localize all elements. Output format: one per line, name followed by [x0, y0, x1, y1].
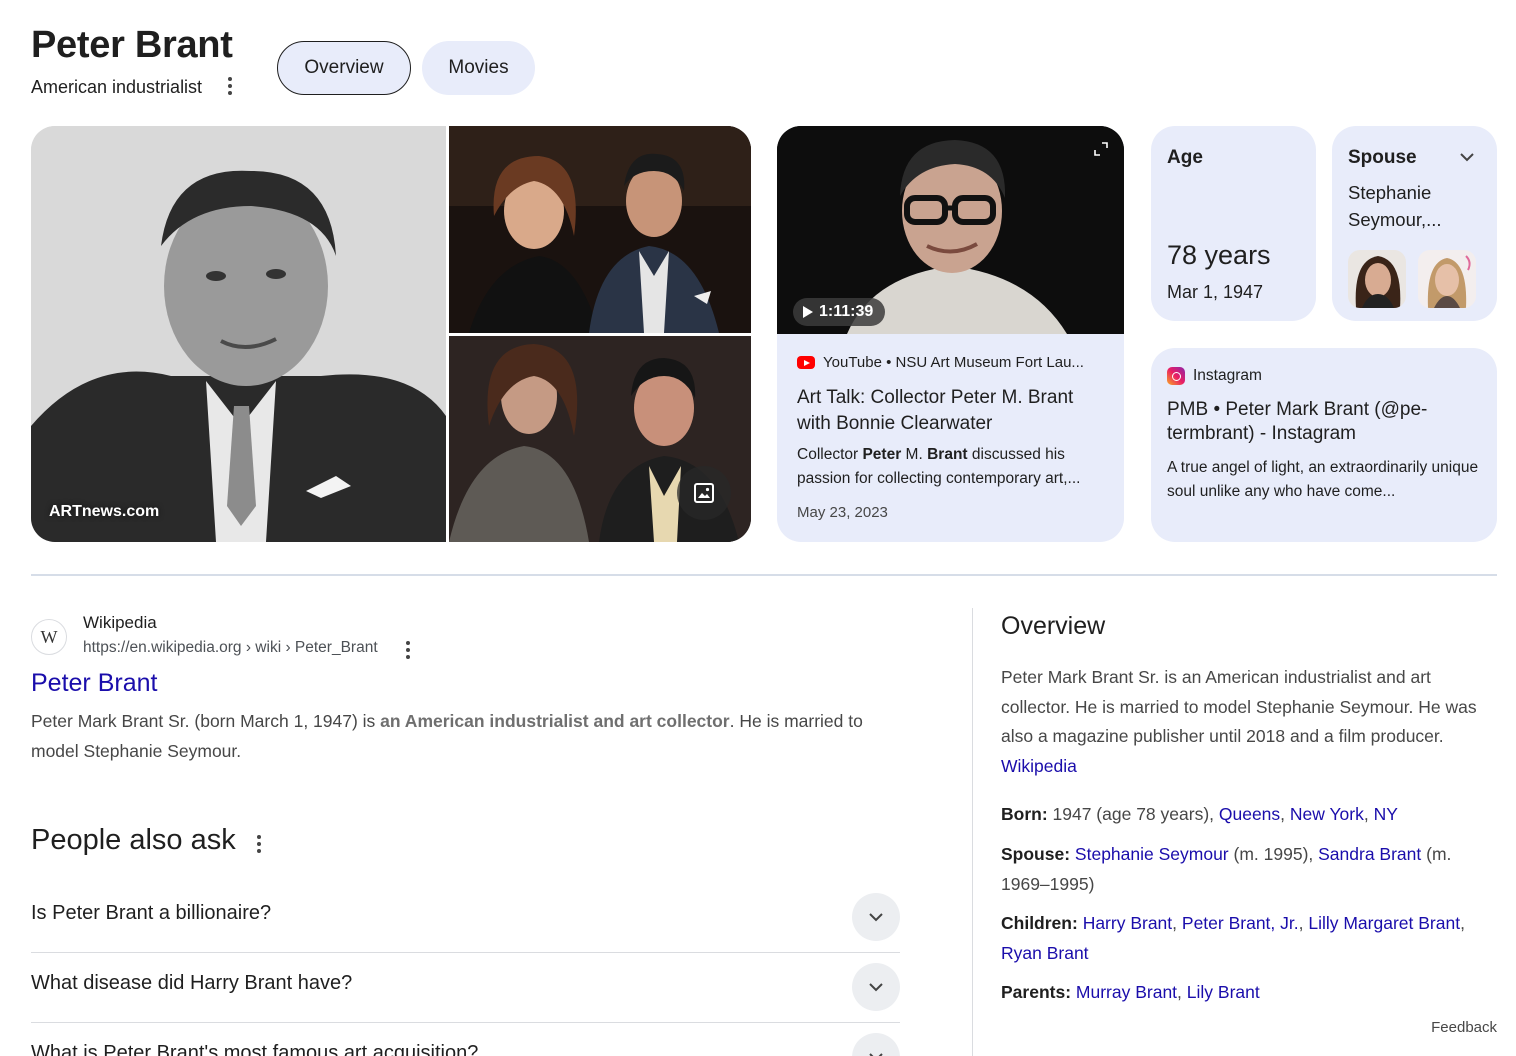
age-value: 78 years — [1167, 240, 1271, 270]
video-thumbnail[interactable]: 1:11:39 — [777, 126, 1124, 334]
feedback-link[interactable]: Feedback — [1431, 1019, 1497, 1036]
tab-overview[interactable]: Overview — [277, 41, 411, 95]
paa-question-text: Is Peter Brant a billionaire? — [31, 902, 272, 924]
chevron-down-icon — [869, 1053, 883, 1056]
video-date: May 23, 2023 — [797, 504, 888, 521]
spouse-value: Stephanie Seymour,... — [1348, 182, 1442, 230]
spouse-link-stephanie[interactable]: Stephanie Seymour — [1075, 844, 1229, 864]
section-divider — [31, 574, 1497, 576]
result-url[interactable]: https://en.wikipedia.org › wiki › Peter_… — [83, 639, 378, 657]
child-link[interactable]: Ryan Brant — [1001, 943, 1089, 963]
paa-question-text: What disease did Harry Brant have? — [31, 972, 353, 994]
chevron-down-icon — [869, 913, 883, 922]
fact-label: Parents: — [1001, 982, 1072, 1002]
overview-title: Overview — [1001, 612, 1106, 640]
instagram-source-text: Instagram — [1193, 367, 1262, 384]
paa-question[interactable]: What disease did Harry Brant have? — [31, 952, 900, 1022]
youtube-icon — [797, 356, 815, 369]
column-divider — [972, 608, 973, 1056]
age-label: Age — [1167, 147, 1203, 168]
play-icon — [803, 306, 813, 318]
spouse-thumbnail-2[interactable] — [1418, 250, 1476, 308]
video-duration-badge: 1:11:39 — [793, 298, 886, 326]
result-title-link[interactable]: Peter Brant — [31, 669, 157, 698]
spouse-thumbnail-1[interactable] — [1348, 250, 1406, 308]
paa-options-icon[interactable] — [249, 832, 269, 856]
expand-button[interactable] — [852, 893, 900, 941]
video-result-card[interactable]: 1:11:39 YouTube • NSU Art Museum Fort La… — [777, 126, 1124, 542]
video-source-text: YouTube • NSU Art Museum Fort Lau... — [823, 354, 1084, 371]
image-couple-2[interactable] — [449, 336, 751, 542]
wikipedia-source-link[interactable]: Wikipedia — [1001, 756, 1077, 776]
fact-label: Spouse: — [1001, 844, 1071, 864]
child-link[interactable]: Lilly Margaret Brant — [1308, 913, 1460, 933]
paa-question[interactable]: What is Peter Brant's most famous art ac… — [31, 1022, 900, 1056]
entity-subtitle: American industrialist — [31, 77, 203, 97]
portrait-photo — [31, 126, 446, 542]
fact-spouse: Spouse: Stephanie Seymour (m. 1995), San… — [1001, 844, 1452, 894]
entity-title: Peter Brant — [31, 24, 233, 66]
fact-label: Born: — [1001, 804, 1048, 824]
video-duration: 1:11:39 — [819, 303, 874, 320]
instagram-icon — [1167, 367, 1185, 385]
born-link-queens[interactable]: Queens — [1219, 804, 1280, 824]
expand-button[interactable] — [852, 963, 900, 1011]
instagram-result-card[interactable]: Instagram PMB • Peter Mark Brant (@pe-te… — [1151, 348, 1497, 542]
fact-label: Children: — [1001, 913, 1078, 933]
parent-link[interactable]: Murray Brant — [1076, 982, 1177, 1002]
spouse-card[interactable]: Spouse Stephanie Seymour,... — [1332, 126, 1497, 321]
image-portrait[interactable]: ARTnews.com — [31, 126, 446, 542]
paa-question-text: What is Peter Brant's most famous art ac… — [31, 1042, 479, 1056]
image-icon — [694, 483, 714, 503]
people-also-ask-title: People also ask — [31, 824, 236, 856]
spouse-photo-1 — [1348, 250, 1406, 308]
age-card[interactable]: Age 78 years Mar 1, 1947 — [1151, 126, 1316, 321]
child-link[interactable]: Peter Brant, Jr. — [1182, 913, 1299, 933]
instagram-title[interactable]: PMB • Peter Mark Brant (@pe-termbrant) -… — [1167, 398, 1467, 446]
result-options-icon[interactable] — [398, 638, 418, 662]
instagram-description: A true angel of light, an extraordinaril… — [1167, 459, 1479, 500]
video-source: YouTube • NSU Art Museum Fort Lau... — [797, 354, 1084, 371]
image-source-label: ARTnews.com — [49, 503, 160, 520]
child-link[interactable]: Harry Brant — [1083, 913, 1172, 933]
image-couple-1[interactable] — [449, 126, 751, 333]
paa-question[interactable]: Is Peter Brant a billionaire? — [31, 882, 900, 952]
result-site-name[interactable]: Wikipedia — [83, 613, 157, 633]
wikipedia-favicon-icon: W — [31, 619, 67, 655]
fact-children: Children: Harry Brant, Peter Brant, Jr.,… — [1001, 913, 1465, 963]
spouse-link-sandra[interactable]: Sandra Brant — [1318, 844, 1421, 864]
chevron-down-icon — [869, 983, 883, 992]
expand-icon[interactable] — [1094, 142, 1108, 156]
spouse-photo-2 — [1418, 250, 1476, 308]
overview-description: Peter Mark Brant Sr. is an American indu… — [1001, 667, 1477, 776]
chevron-down-icon[interactable] — [1459, 149, 1475, 165]
fact-parents: Parents: Murray Brant, Lily Brant — [1001, 982, 1260, 1002]
born-link-ny[interactable]: NY — [1374, 804, 1398, 824]
fact-born: Born: 1947 (age 78 years), Queens, New Y… — [1001, 804, 1398, 824]
image-gallery-button[interactable] — [677, 466, 731, 520]
instagram-source: Instagram — [1167, 367, 1262, 385]
parent-link[interactable]: Lily Brant — [1187, 982, 1260, 1002]
more-options-icon[interactable] — [220, 74, 240, 98]
expand-button[interactable] — [852, 1033, 900, 1056]
spouse-label: Spouse — [1348, 147, 1417, 168]
birth-date: Mar 1, 1947 — [1167, 282, 1264, 302]
result-snippet: Peter Mark Brant Sr. (born March 1, 1947… — [31, 711, 863, 761]
video-title[interactable]: Art Talk: Collector Peter M. Brant with … — [797, 385, 1107, 437]
couple-photo-1 — [449, 126, 751, 333]
born-link-new-york[interactable]: New York — [1290, 804, 1364, 824]
tab-movies[interactable]: Movies — [422, 41, 535, 95]
video-description: Collector Peter M. Brant discussed his p… — [797, 446, 1081, 487]
